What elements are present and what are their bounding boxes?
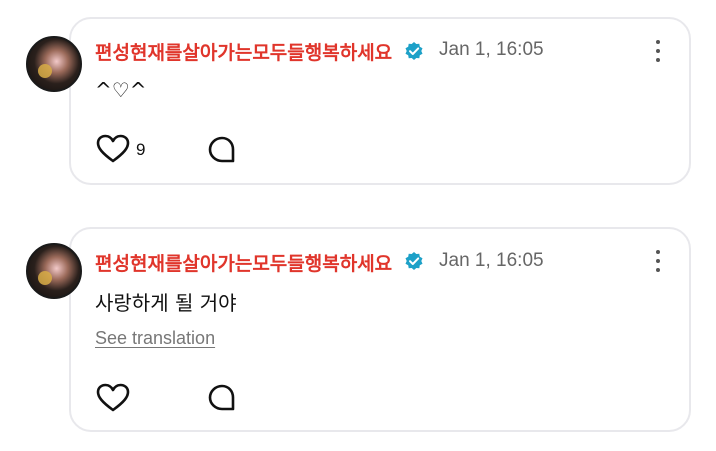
username[interactable]: 편성현재를살아가는모두들행복하세요 xyxy=(95,38,392,65)
username[interactable]: 편성현재를살아가는모두들행복하세요 xyxy=(95,249,392,276)
timestamp: Jan 1, 16:05 xyxy=(439,39,544,60)
more-options-icon[interactable] xyxy=(652,250,664,278)
comment-text: 사랑하게 될 거야 xyxy=(95,291,237,315)
verified-badge-icon xyxy=(405,42,423,60)
like-heart-icon[interactable] xyxy=(96,134,130,164)
like-count: 9 xyxy=(136,140,146,159)
verified-badge-icon xyxy=(405,252,423,270)
see-translation-link[interactable]: See translation xyxy=(95,328,215,349)
reply-bubble-icon[interactable] xyxy=(207,383,237,413)
more-options-icon[interactable] xyxy=(652,40,664,68)
avatar[interactable] xyxy=(26,243,82,299)
comment-text: ^♡^ xyxy=(95,78,147,102)
like-heart-icon[interactable] xyxy=(96,383,130,413)
reply-bubble-icon[interactable] xyxy=(207,135,237,165)
timestamp: Jan 1, 16:05 xyxy=(439,250,544,271)
avatar[interactable] xyxy=(26,36,82,92)
